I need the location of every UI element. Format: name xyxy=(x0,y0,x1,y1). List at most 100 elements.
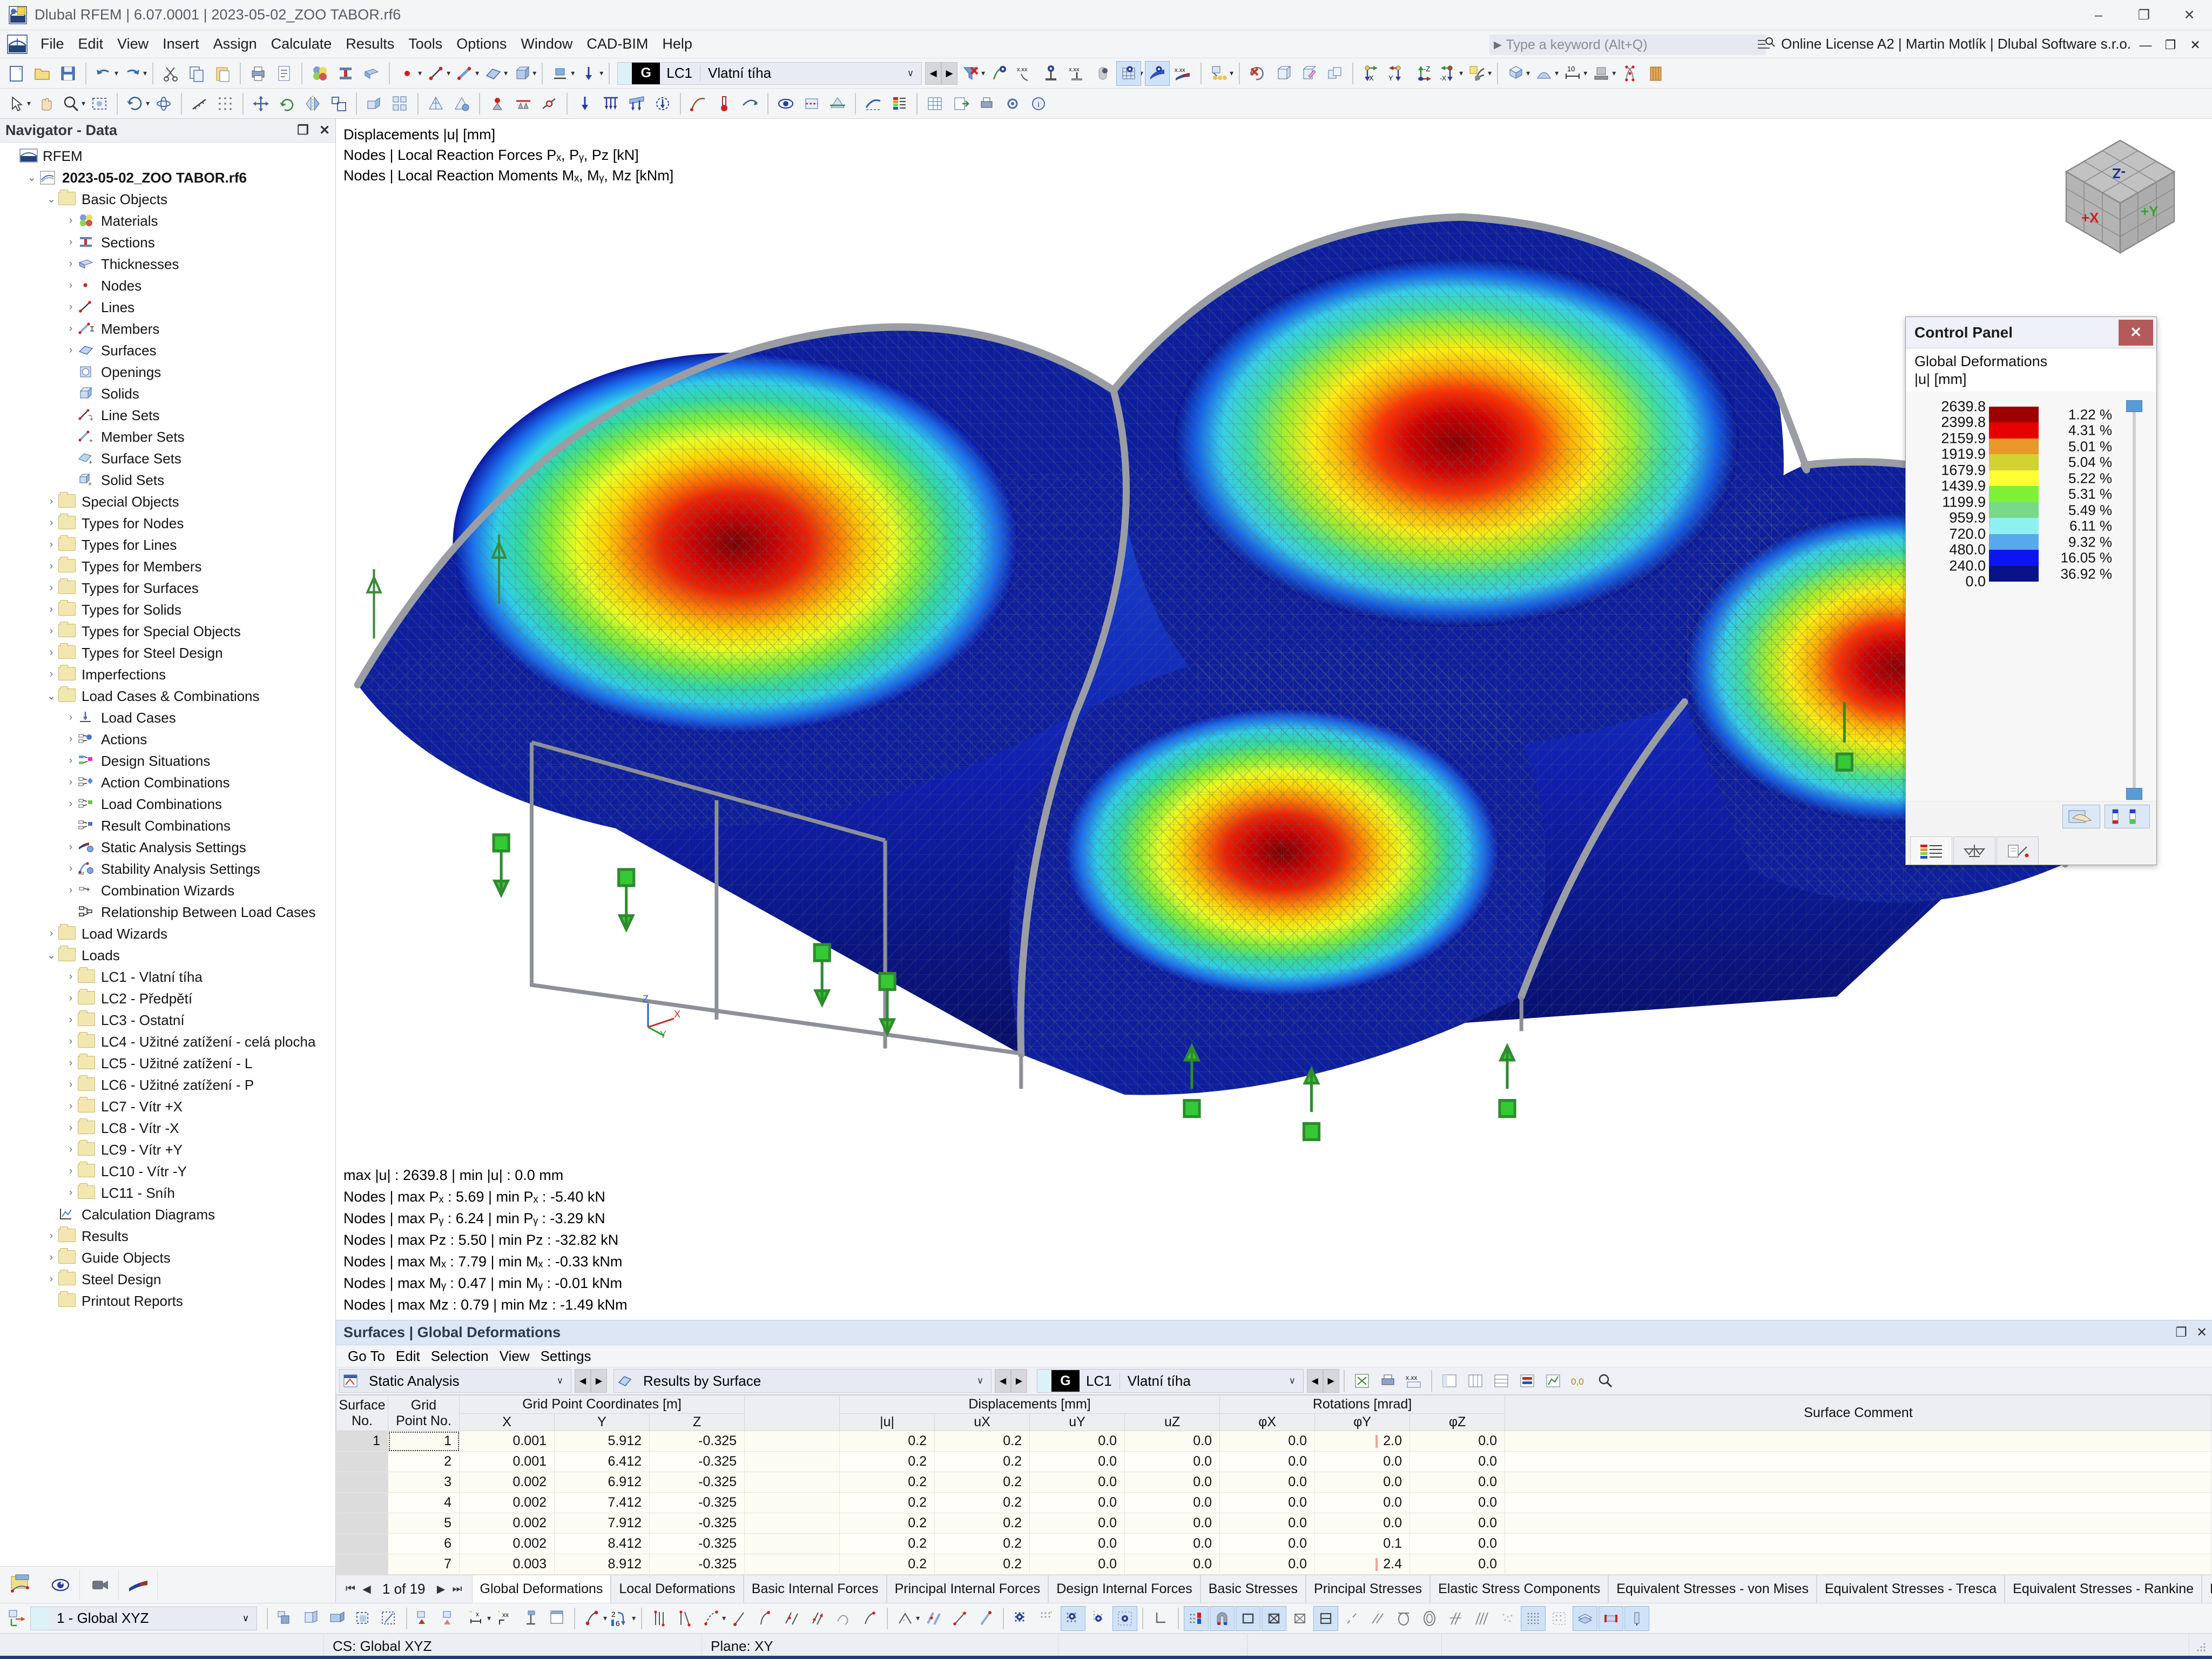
navigator-item[interactable]: › LC11 - Sníh xyxy=(0,1182,335,1204)
work-plane-xz-icon[interactable] xyxy=(325,1606,349,1631)
view-box-icon[interactable] xyxy=(1271,61,1296,86)
calculate-all-icon[interactable] xyxy=(1206,61,1231,86)
navigator-data-tab[interactable] xyxy=(0,1569,41,1601)
work-plane-free-icon[interactable] xyxy=(376,1606,401,1631)
result-tab[interactable]: Design Internal Forces xyxy=(1048,1575,1201,1603)
cell-grid-point-no[interactable]: 2 xyxy=(388,1451,460,1472)
navigator-item[interactable]: › LC10 - Vítr -Y xyxy=(0,1161,335,1182)
tree-expander-icon[interactable]: › xyxy=(44,928,58,940)
navigator-item[interactable]: › Types for Lines xyxy=(0,534,335,556)
navigator-views-tab[interactable] xyxy=(80,1569,119,1601)
zoom-window-icon[interactable] xyxy=(58,91,83,116)
tree-expander-icon[interactable]: › xyxy=(64,1165,78,1177)
free-load-icon[interactable] xyxy=(650,91,675,116)
cell-ux[interactable]: 0.2 xyxy=(934,1513,1030,1534)
th-grid-point-no[interactable]: Grid Point No. xyxy=(388,1395,460,1431)
grid-snap-icon[interactable] xyxy=(412,1606,437,1631)
cell-uy[interactable]: 0.0 xyxy=(1029,1513,1125,1534)
tree-expander-icon[interactable]: › xyxy=(64,712,78,724)
cell-phiz[interactable]: 0.0 xyxy=(1410,1513,1506,1534)
render-solid-icon[interactable] xyxy=(1503,61,1528,86)
th-x[interactable]: X xyxy=(459,1413,555,1431)
cell-phiz[interactable]: 0.0 xyxy=(1410,1554,1506,1575)
cut-icon[interactable] xyxy=(158,61,183,86)
cell-z[interactable]: -0.325 xyxy=(649,1533,745,1554)
sections-toolbar-icon[interactable] xyxy=(333,61,358,86)
result-tab[interactable]: Equivalent Stresses - Bac xyxy=(2202,1575,2212,1603)
prestress-icon[interactable] xyxy=(738,91,763,116)
table-export-excel-icon[interactable] xyxy=(1350,1368,1374,1393)
cell-uy[interactable]: 0.0 xyxy=(1029,1431,1125,1452)
cell-ux[interactable]: 0.2 xyxy=(934,1431,1030,1452)
rail-display-icon[interactable] xyxy=(1599,1606,1624,1631)
tree-expander-icon[interactable]: › xyxy=(44,582,58,594)
table-panel-undock-button[interactable]: ❐ xyxy=(2171,1325,2191,1340)
table-col-filter-icon[interactable] xyxy=(1437,1368,1462,1393)
cell-phix[interactable]: 0.0 xyxy=(1219,1451,1316,1472)
tree-expander-icon[interactable]: › xyxy=(64,733,78,745)
zoom-all-icon[interactable] xyxy=(87,91,112,116)
point-cloud-icon[interactable] xyxy=(1495,1606,1520,1631)
cell-uy[interactable]: 0.0 xyxy=(1029,1554,1125,1575)
result-tab[interactable]: Principal Stresses xyxy=(1306,1575,1431,1603)
legend-scale-mode-button[interactable] xyxy=(2105,804,2150,828)
delete-view-icon[interactable] xyxy=(1245,61,1270,86)
cell-phiz[interactable]: 0.0 xyxy=(1410,1451,1506,1472)
keyword-search-input[interactable]: ▶ Type a keyword (Alt+Q) xyxy=(1489,35,1766,55)
cell-z[interactable]: -0.325 xyxy=(649,1431,745,1452)
control-panel-tab-filter[interactable] xyxy=(1997,837,2039,865)
snap-box-x-icon[interactable] xyxy=(1287,1606,1312,1631)
navigator-item[interactable]: ⌄ Loads xyxy=(0,945,335,966)
pager-first-button[interactable]: ⏮ xyxy=(342,1583,359,1595)
analysis-type-dropdown-icon[interactable]: ∨ xyxy=(549,1375,571,1386)
navigator-item[interactable]: › Action Combinations xyxy=(0,772,335,793)
cell-surface-comment[interactable] xyxy=(1505,1492,2212,1513)
navigator-item[interactable]: › Results xyxy=(0,1225,335,1247)
cell-u-abs[interactable]: 0.2 xyxy=(839,1451,935,1472)
results-on-members-icon[interactable] xyxy=(1038,61,1063,86)
cs-dropdown-icon[interactable]: ∨ xyxy=(235,1613,257,1624)
table-values-icon[interactable]: 0,0 xyxy=(1567,1368,1591,1393)
load-toolbar-icon[interactable] xyxy=(576,61,601,86)
navigator-item[interactable]: › Types for Steel Design xyxy=(0,642,335,664)
snap-perpendicular-icon[interactable] xyxy=(753,1606,778,1631)
th-uy[interactable]: uY xyxy=(1029,1413,1125,1431)
navigator-item[interactable]: Result Combinations xyxy=(0,815,335,837)
member-toolbar-icon[interactable] xyxy=(452,61,477,86)
grid-visible-icon[interactable] xyxy=(1009,1606,1034,1631)
navigator-item[interactable]: › LC8 - Vítr -X xyxy=(0,1117,335,1139)
table-lc-prev-button[interactable]: ◀ xyxy=(1306,1369,1323,1393)
work-plane-yz-icon[interactable] xyxy=(299,1606,323,1631)
cell-phix[interactable]: 0.0 xyxy=(1219,1472,1316,1493)
results-numeric-members-icon[interactable]: x.xx xyxy=(1064,61,1089,86)
tree-expander-icon[interactable]: › xyxy=(44,1252,58,1264)
navigator-item[interactable]: Calculation Diagrams xyxy=(0,1204,335,1225)
visibility-icon[interactable] xyxy=(773,91,798,116)
navigator-item[interactable]: › LC3 - Ostatní xyxy=(0,1009,335,1031)
control-panel[interactable]: Control Panel ✕ Global Deformations |u| … xyxy=(1905,316,2157,865)
navigator-item[interactable]: › Special Objects xyxy=(0,491,335,512)
cell-phix[interactable]: 0.0 xyxy=(1219,1554,1316,1575)
navigator-item[interactable]: › Members xyxy=(0,318,335,340)
rotate-object-icon[interactable] xyxy=(274,91,299,116)
navigator-item[interactable]: Printout Reports xyxy=(0,1290,335,1312)
surface-display-icon[interactable] xyxy=(1532,61,1556,86)
perspective-view-icon[interactable] xyxy=(1465,61,1489,86)
cell-x[interactable]: 0.002 xyxy=(459,1472,555,1493)
navigator-item[interactable]: › Types for Solids xyxy=(0,599,335,621)
imperfection-icon[interactable] xyxy=(686,91,711,116)
cell-z[interactable]: -0.325 xyxy=(649,1472,745,1493)
navigator-item[interactable]: › Types for Nodes xyxy=(0,512,335,534)
snap-corner-icon[interactable] xyxy=(1313,1606,1339,1631)
menu-window[interactable]: Window xyxy=(514,32,579,56)
cell-uz[interactable]: 0.0 xyxy=(1124,1472,1220,1493)
layers-icon[interactable] xyxy=(1573,1606,1598,1631)
color-legend-icon[interactable] xyxy=(887,91,912,116)
node-snap-point-icon[interactable] xyxy=(580,1606,605,1631)
cell-uz[interactable]: 0.0 xyxy=(1124,1451,1220,1472)
tree-expander-icon[interactable]: ⌄ xyxy=(44,690,58,703)
undo-icon[interactable] xyxy=(91,61,116,86)
support-display-icon[interactable] xyxy=(1589,61,1614,86)
info-icon[interactable]: i xyxy=(1026,91,1051,116)
navigator-undock-button[interactable]: ❐ xyxy=(292,123,314,138)
